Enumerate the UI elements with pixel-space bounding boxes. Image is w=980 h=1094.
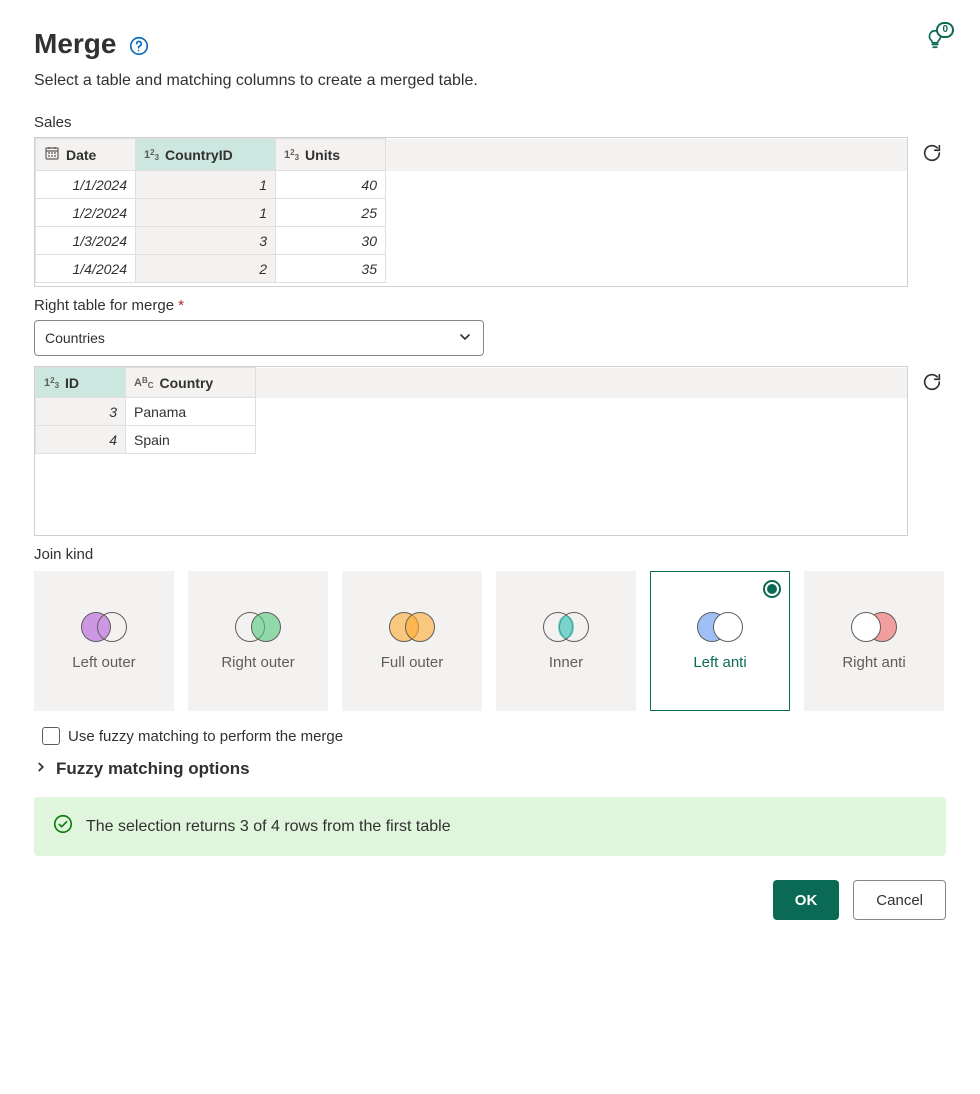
cell: 40 [276, 171, 386, 199]
required-indicator: * [178, 297, 184, 314]
join-option-right-outer[interactable]: Right outer [188, 571, 328, 711]
refresh-right-table-button[interactable] [918, 368, 946, 396]
col-label: Units [305, 147, 340, 163]
col-header-date[interactable]: Date [36, 139, 136, 171]
join-option-right-anti[interactable]: Right anti [804, 571, 944, 711]
result-banner-text: The selection returns 3 of 4 rows from t… [86, 818, 451, 836]
join-option-left-anti[interactable]: Left anti [650, 571, 790, 711]
checkmark-circle-icon [52, 813, 74, 840]
col-header-id[interactable]: 123 ID [36, 368, 126, 398]
text-type-icon: ABC [134, 377, 154, 389]
join-option-left-outer[interactable]: Left outer [34, 571, 174, 711]
venn-right-outer-icon [235, 612, 281, 642]
cell: 2 [136, 255, 276, 283]
left-table-name: Sales [34, 114, 946, 131]
fuzzy-match-checkbox[interactable] [42, 727, 60, 745]
right-table-preview: 123 ID ABC Country 3 Panama [34, 366, 908, 536]
table-row: 1/2/2024 1 25 [36, 199, 907, 227]
result-banner: The selection returns 3 of 4 rows from t… [34, 797, 946, 856]
join-option-label: Left anti [693, 654, 746, 671]
cell: Panama [126, 398, 256, 426]
chevron-down-icon [457, 329, 473, 348]
chevron-right-icon [34, 759, 48, 779]
cell: 30 [276, 227, 386, 255]
cell: 1/1/2024 [36, 171, 136, 199]
cell: 35 [276, 255, 386, 283]
cell: 3 [36, 398, 126, 426]
join-option-full-outer[interactable]: Full outer [342, 571, 482, 711]
table-row: 3 Panama [36, 398, 907, 426]
join-option-label: Full outer [381, 654, 444, 671]
venn-left-outer-icon [81, 612, 127, 642]
spacer [386, 255, 907, 283]
join-option-label: Inner [549, 654, 583, 671]
number-type-icon: 123 [44, 377, 59, 389]
right-table-select-value: Countries [45, 330, 105, 346]
calendar-icon [44, 145, 60, 164]
spacer [386, 171, 907, 199]
cell: 3 [136, 227, 276, 255]
venn-right-anti-icon [851, 612, 897, 642]
venn-inner-icon [543, 612, 589, 642]
cell: 1 [136, 171, 276, 199]
join-option-label: Right outer [221, 654, 294, 671]
fuzzy-options-expander[interactable]: Fuzzy matching options [34, 759, 946, 779]
table-row: 1/4/2024 2 35 [36, 255, 907, 283]
cell: 25 [276, 199, 386, 227]
cell: 4 [36, 426, 126, 454]
dialog-title: Merge [34, 28, 116, 60]
join-option-inner[interactable]: Inner [496, 571, 636, 711]
spacer [256, 426, 907, 454]
col-label: Country [160, 375, 214, 391]
cell: 1/2/2024 [36, 199, 136, 227]
col-header-units[interactable]: 123 Units [276, 139, 386, 171]
right-table-label: Right table for merge [34, 297, 174, 314]
col-header-countryid[interactable]: 123 CountryID [136, 139, 276, 171]
left-table-preview: Date 123 CountryID 123 Units [34, 137, 908, 287]
table-row: 1/1/2024 1 40 [36, 171, 907, 199]
fuzzy-options-label: Fuzzy matching options [56, 759, 250, 779]
venn-full-outer-icon [389, 612, 435, 642]
join-kind-label: Join kind [34, 546, 946, 563]
spacer [386, 199, 907, 227]
spacer [256, 398, 907, 426]
join-option-label: Left outer [72, 654, 135, 671]
spacer [386, 227, 907, 255]
col-label: Date [66, 147, 96, 163]
ideas-badge: 0 [936, 22, 954, 38]
col-label: CountryID [165, 147, 233, 163]
table-row: 4 Spain [36, 426, 907, 454]
col-label: ID [65, 375, 79, 391]
cell: 1 [136, 199, 276, 227]
ideas-icon[interactable]: 0 [924, 28, 946, 53]
number-type-icon: 123 [284, 149, 299, 161]
ok-button[interactable]: OK [773, 880, 840, 920]
spacer [256, 368, 907, 398]
dialog-subtitle: Select a table and matching columns to c… [34, 72, 478, 90]
refresh-left-table-button[interactable] [918, 139, 946, 167]
table-row: 1/3/2024 3 30 [36, 227, 907, 255]
join-option-label: Right anti [842, 654, 905, 671]
col-header-country[interactable]: ABC Country [126, 368, 256, 398]
spacer [386, 139, 907, 171]
cancel-button[interactable]: Cancel [853, 880, 946, 920]
cell: 1/3/2024 [36, 227, 136, 255]
number-type-icon: 123 [144, 149, 159, 161]
fuzzy-match-label: Use fuzzy matching to perform the merge [68, 728, 343, 745]
cell: Spain [126, 426, 256, 454]
cell: 1/4/2024 [36, 255, 136, 283]
right-table-select[interactable]: Countries [34, 320, 484, 356]
venn-left-anti-icon [697, 612, 743, 642]
join-kind-group: Left outer Right outer Full outer Inner … [34, 571, 946, 711]
help-icon[interactable] [128, 35, 150, 60]
radio-selected-icon [763, 580, 781, 598]
